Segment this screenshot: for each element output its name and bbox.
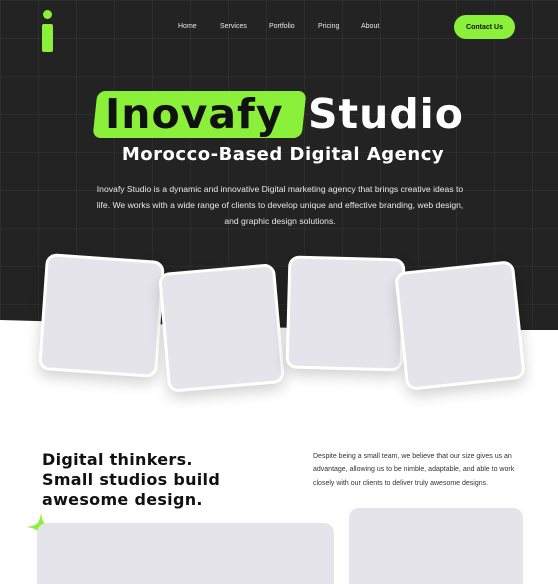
nav-services[interactable]: Services bbox=[220, 23, 247, 30]
hero-description: Inovafy Studio is a dynamic and innovati… bbox=[96, 184, 464, 226]
nav-pricing[interactable]: Pricing bbox=[318, 23, 339, 30]
about-image-right bbox=[349, 508, 523, 584]
logo-dot bbox=[43, 10, 52, 19]
headline-line-1: Digital thinkers. bbox=[42, 450, 193, 469]
about-headline: Digital thinkers. Small studios build aw… bbox=[42, 450, 272, 510]
headline-line-2: Small studios build bbox=[42, 470, 221, 489]
hero-title-brand: Inovafy bbox=[105, 90, 284, 138]
contact-us-button[interactable]: Contact Us bbox=[454, 15, 515, 39]
about-image-left bbox=[37, 523, 334, 584]
logo-stem bbox=[42, 24, 53, 52]
hero-title-rest: Studio bbox=[308, 90, 464, 138]
portfolio-card-1[interactable] bbox=[38, 252, 165, 379]
portfolio-card-2[interactable] bbox=[157, 263, 286, 393]
portfolio-card-3[interactable] bbox=[285, 255, 406, 372]
headline-line-3: awesome design. bbox=[42, 490, 203, 509]
nav-home[interactable]: Home bbox=[178, 23, 197, 30]
about-body: Despite being a small team, we believe t… bbox=[313, 453, 515, 487]
brand-logo[interactable] bbox=[40, 10, 56, 52]
portfolio-card-4[interactable] bbox=[394, 260, 526, 391]
hero-subtitle: Morocco-Based Digital Agency bbox=[121, 144, 445, 165]
nav-about[interactable]: About bbox=[361, 23, 379, 30]
nav-portfolio[interactable]: Portfolio bbox=[269, 23, 295, 30]
